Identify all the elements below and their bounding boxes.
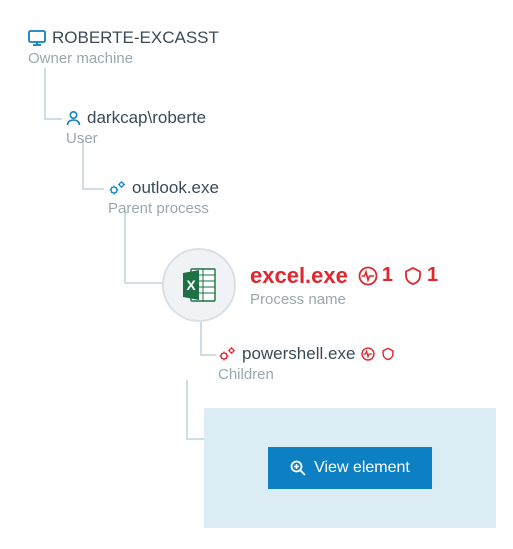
tree-node-process[interactable]: X excel.exe 1 1 Process name [162,248,438,322]
gears-icon [218,346,236,362]
badge-suspicions: 1 [403,264,438,287]
tree-node-user[interactable]: darkcap\roberte User [66,108,206,147]
badge-malops: 1 [358,264,393,287]
shield-hex-icon [403,266,423,286]
tree-node-machine[interactable]: ROBERTE-EXCASST Owner machine [28,28,219,67]
user-name: darkcap\roberte [87,108,206,128]
tree-node-parent-process[interactable]: outlook.exe Parent process [108,178,219,217]
child-process-name: powershell.exe [242,344,355,364]
zoom-in-icon [290,460,306,476]
machine-name: ROBERTE-EXCASST [52,28,219,48]
excel-app-icon: X [179,265,219,305]
shield-hex-icon [381,347,395,361]
parent-process-sub: Parent process [108,200,219,217]
parent-process-name: outlook.exe [132,178,219,198]
process-sub: Process name [250,291,438,308]
details-panel: View element [204,408,496,528]
user-icon [66,110,81,126]
child-sub: Children [218,366,395,383]
gears-icon [108,180,126,196]
view-element-label: View element [314,459,410,477]
view-element-button[interactable]: View element [268,447,432,489]
pulse-icon [358,266,378,286]
process-icon-circle: X [162,248,236,322]
machine-sub: Owner machine [28,50,219,67]
pulse-icon [361,347,375,361]
svg-text:X: X [186,277,196,293]
process-name: excel.exe [250,263,348,289]
user-sub: User [66,130,206,147]
monitor-icon [28,30,46,46]
badge-malops-count: 1 [382,264,393,287]
tree-node-child[interactable]: powershell.exe Children [218,344,395,383]
badge-suspicions-count: 1 [427,264,438,287]
